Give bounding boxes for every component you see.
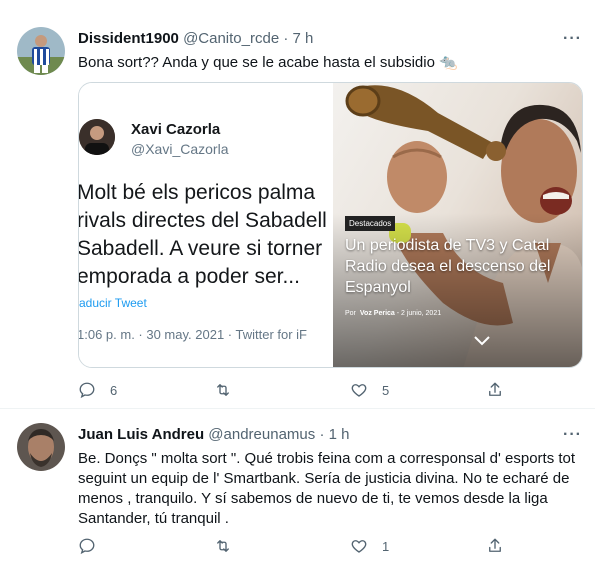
retweet-button[interactable] [214, 381, 246, 399]
embedded-text-line: emporada a poder ser... [79, 265, 300, 288]
tweet-text-line: Santander, tú tranquil . [78, 510, 229, 527]
byline-prefix: Por [345, 310, 356, 317]
retweet-icon [217, 540, 229, 552]
tweet-text-line: menos , tranquilo. Y sí sabemos de nuevo… [78, 490, 548, 507]
embedded-text-line: Sabadell. A veure si torner [79, 237, 323, 260]
article-image[interactable]: Destacados Un periodista de TV3 y Catal … [333, 83, 582, 367]
article-date: - 2 junio, 2021 [396, 310, 442, 317]
embedded-tweet-text: Molt bé els pericos palma rivals directe… [79, 179, 332, 291]
share-icon [489, 538, 501, 552]
reply-icon [79, 382, 95, 399]
like-count: 1 [382, 538, 390, 554]
share-button[interactable] [486, 381, 504, 399]
reply-count: 6 [110, 382, 118, 398]
tweet-time[interactable]: · 7 h [283, 30, 313, 47]
tweet-text-line: seguint un equip de l' Smartbank. Sería … [78, 470, 570, 487]
reply-icon [79, 538, 95, 555]
user-handle[interactable]: @Canito_rcde [183, 30, 279, 47]
user-name[interactable]: Dissident1900 [78, 30, 179, 47]
avatar-image [17, 423, 65, 471]
share-button[interactable] [486, 537, 504, 555]
embedded-avatar [79, 119, 115, 155]
embedded-user-name: Xavi Cazorla [131, 121, 221, 138]
translate-link: raducir Tweet [79, 296, 147, 310]
tweet[interactable]: Dissident1900 @Canito_rcde · 7 h ··· Bon… [0, 0, 595, 408]
article-author: Voz Perica [359, 310, 395, 317]
embedded-tweet-image[interactable]: Xavi Cazorla @Xavi_Cazorla Molt bé els p… [79, 83, 332, 367]
embedded-text-line: rivals directes del Sabadell [79, 209, 327, 232]
share-icon [489, 382, 501, 396]
tweet-time[interactable]: · 1 h [319, 426, 349, 443]
avatar-image [17, 27, 65, 75]
chevron-down-icon[interactable] [473, 335, 491, 347]
embedded-timestamp: 1:06 p. m. · 30 may. 2021 · Twitter for … [79, 327, 307, 342]
media-grid[interactable]: Xavi Cazorla @Xavi_Cazorla Molt bé els p… [78, 82, 583, 368]
article-byline: Por Voz Perica - 2 junio, 2021 [345, 310, 441, 317]
category-tag: Destacados [345, 216, 396, 231]
tweet-actions: 1 [78, 537, 583, 557]
tweet[interactable]: Juan Luis Andreu @andreunamus · 1 h ··· … [0, 409, 595, 562]
avatar[interactable] [17, 27, 65, 75]
avatar[interactable] [17, 423, 65, 471]
retweet-icon [217, 384, 229, 396]
like-button[interactable]: 5 [350, 381, 389, 399]
heart-icon [351, 384, 367, 397]
reply-button[interactable]: 6 [78, 381, 117, 399]
heart-icon [351, 540, 367, 553]
more-options-button[interactable]: ··· [563, 30, 582, 48]
embedded-text-line: Molt bé els pericos palma [79, 181, 316, 204]
tweet-header: Juan Luis Andreu @andreunamus · 1 h [78, 426, 349, 443]
user-handle[interactable]: @andreunamus [208, 426, 315, 443]
like-button[interactable]: 1 [350, 537, 389, 555]
reply-button[interactable] [78, 537, 110, 555]
article-headline: Un periodista de TV3 y Catal Radio desea… [345, 237, 551, 296]
tweet-header: Dissident1900 @Canito_rcde · 7 h [78, 30, 313, 47]
user-name[interactable]: Juan Luis Andreu [78, 426, 204, 443]
more-options-button[interactable]: ··· [563, 426, 582, 444]
tweet-text: Bona sort?? Anda y que se le acabe hasta… [78, 54, 458, 71]
tweet-actions: 6 5 [78, 381, 583, 401]
embedded-user-handle: @Xavi_Cazorla [131, 141, 229, 157]
retweet-button[interactable] [214, 537, 246, 555]
like-count: 5 [382, 382, 390, 398]
tweet-text-line: Be. Donçs " molta sort ". Qué trobis fei… [78, 450, 576, 467]
tweet-text: Be. Donçs " molta sort ". Qué trobis fei… [78, 449, 588, 529]
